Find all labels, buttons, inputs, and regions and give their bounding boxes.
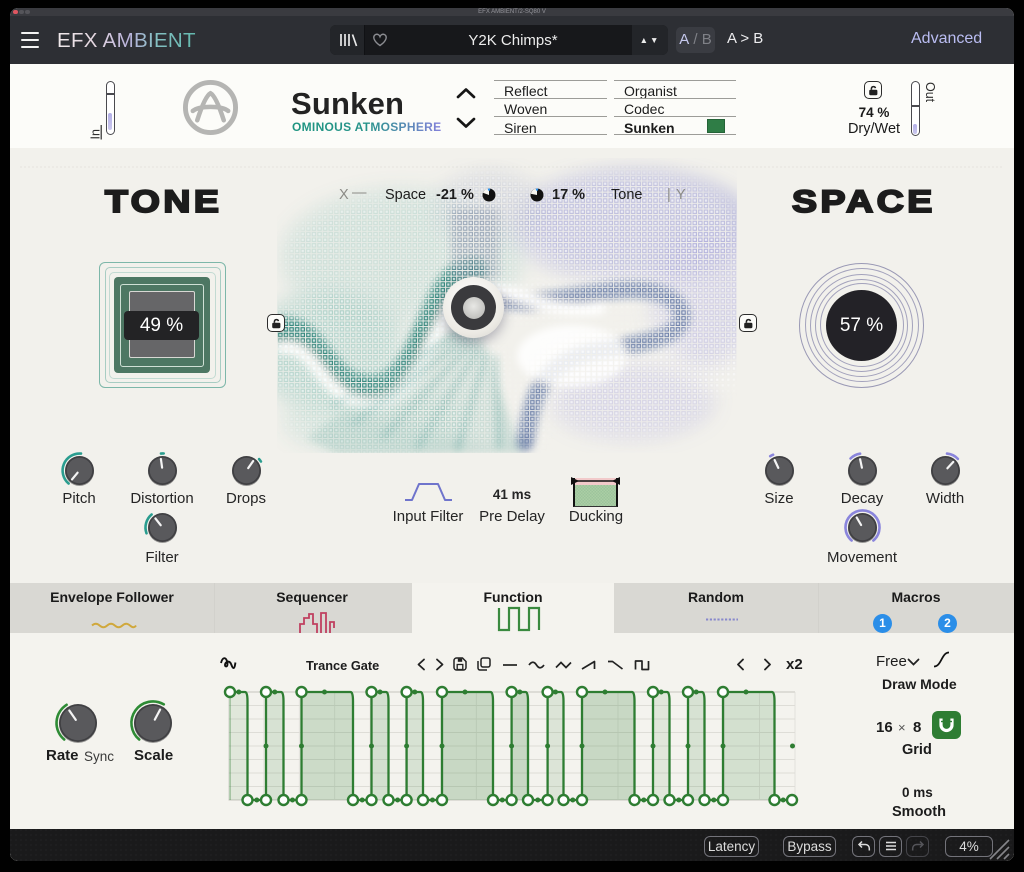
svg-text:Out: Out — [923, 82, 937, 103]
svg-text:In: In — [89, 129, 103, 139]
